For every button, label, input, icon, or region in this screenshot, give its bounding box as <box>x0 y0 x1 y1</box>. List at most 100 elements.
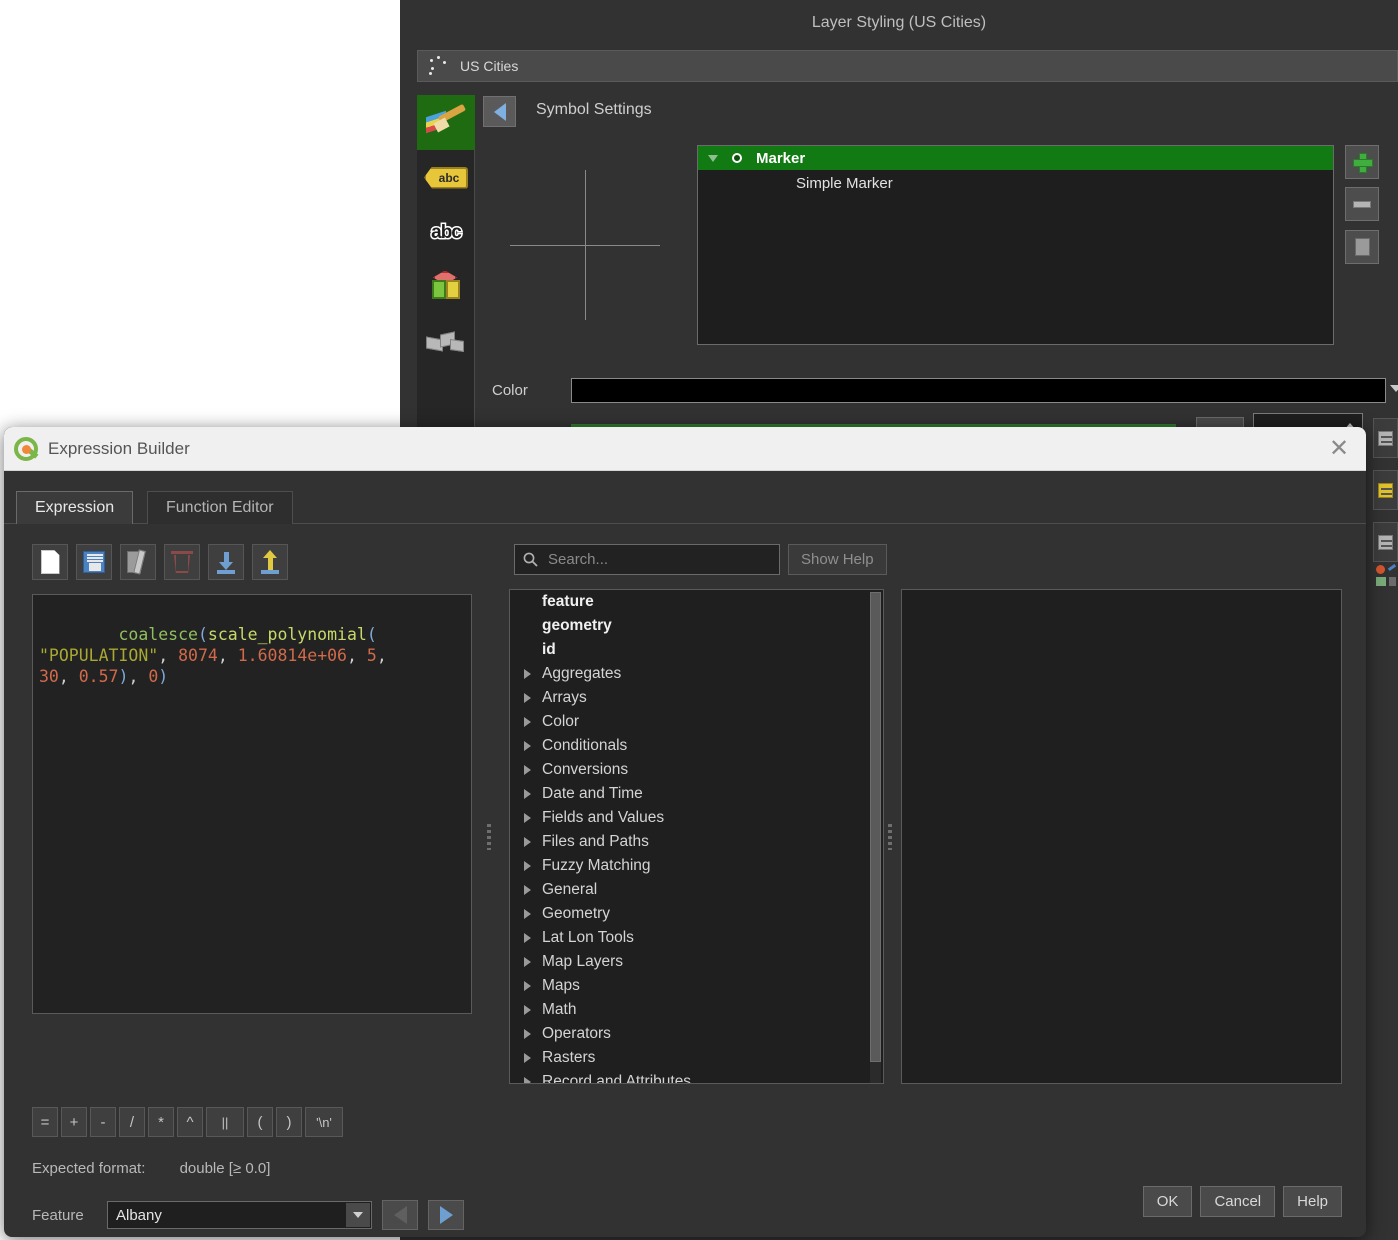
function-tree-item[interactable]: Conversions <box>510 758 883 782</box>
sidebar-item-3dview[interactable] <box>417 260 475 315</box>
operator-button[interactable]: - <box>90 1107 116 1137</box>
sidebar-item-symbology[interactable] <box>417 95 475 150</box>
chevron-right-icon[interactable] <box>524 789 531 799</box>
function-tree-item[interactable]: Conditionals <box>510 734 883 758</box>
function-tree-item[interactable]: Operators <box>510 1022 883 1046</box>
function-tree-item[interactable]: Files and Paths <box>510 830 883 854</box>
sidebar-item-masks[interactable]: abc <box>417 205 475 260</box>
plus-icon <box>1353 153 1373 173</box>
chevron-down-icon[interactable] <box>1390 385 1398 392</box>
function-tree-item[interactable]: General <box>510 878 883 902</box>
ok-button[interactable]: OK <box>1142 1186 1193 1217</box>
function-tree-item[interactable]: Date and Time <box>510 782 883 806</box>
function-tree-item[interactable]: Math <box>510 998 883 1022</box>
close-icon[interactable]: ✕ <box>1322 432 1356 466</box>
function-tree-item[interactable]: Fields and Values <box>510 806 883 830</box>
symbol-tree-child-row[interactable]: Simple Marker <box>698 170 1333 196</box>
remove-symbol-layer-button[interactable] <box>1345 187 1379 221</box>
symbol-tree-root-row[interactable]: Marker <box>698 146 1333 170</box>
new-file-button[interactable] <box>32 544 68 580</box>
operator-button[interactable]: ( <box>247 1107 273 1137</box>
map-canvas[interactable] <box>0 0 400 420</box>
splitter-right[interactable] <box>883 589 897 1084</box>
color-swatch-button[interactable] <box>571 378 1386 403</box>
expression-toolbar <box>32 544 288 580</box>
function-tree-item[interactable]: Lat Lon Tools <box>510 926 883 950</box>
chevron-right-icon[interactable] <box>524 669 531 679</box>
function-tree-item[interactable]: Arrays <box>510 686 883 710</box>
chevron-right-icon[interactable] <box>524 933 531 943</box>
function-tree-item[interactable]: geometry <box>510 614 883 638</box>
chevron-right-icon[interactable] <box>524 909 531 919</box>
operator-button[interactable]: ^ <box>177 1107 203 1137</box>
function-tree-item-label: feature <box>542 593 594 610</box>
duplicate-symbol-layer-button[interactable] <box>1345 230 1379 264</box>
search-box[interactable] <box>514 544 780 575</box>
chevron-right-icon[interactable] <box>524 717 531 727</box>
function-tree-scrollbar[interactable] <box>870 592 881 1083</box>
sidebar-item-history[interactable] <box>417 370 475 425</box>
chevron-right-icon[interactable] <box>524 813 531 823</box>
tab-function-editor[interactable]: Function Editor <box>147 491 293 524</box>
show-help-button[interactable]: Show Help <box>788 544 887 575</box>
chevron-right-icon[interactable] <box>524 957 531 967</box>
operator-button[interactable]: * <box>148 1107 174 1137</box>
history-brushes-icon <box>425 381 467 415</box>
tab-expression[interactable]: Expression <box>16 491 134 524</box>
import-button[interactable] <box>208 544 244 580</box>
operator-button[interactable]: || <box>206 1107 244 1137</box>
edit-button[interactable] <box>120 544 156 580</box>
chevron-right-icon[interactable] <box>524 1029 531 1039</box>
operator-button[interactable]: '\n' <box>305 1107 343 1137</box>
expression-token: , <box>217 646 238 665</box>
operator-button[interactable]: = <box>32 1107 58 1137</box>
operator-button[interactable]: + <box>61 1107 87 1137</box>
function-tree-item[interactable]: feature <box>510 590 883 614</box>
function-tree-item[interactable]: id <box>510 638 883 662</box>
chevron-right-icon[interactable] <box>524 981 531 991</box>
function-tree-item[interactable]: Fuzzy Matching <box>510 854 883 878</box>
chevron-right-icon[interactable] <box>524 1005 531 1015</box>
function-tree-item[interactable]: Map Layers <box>510 950 883 974</box>
chevron-right-icon[interactable] <box>524 837 531 847</box>
dock-tab-layers[interactable] <box>1373 418 1398 458</box>
symbol-layer-tree[interactable]: Marker Simple Marker <box>697 145 1334 345</box>
function-tree-item[interactable]: Maps <box>510 974 883 998</box>
chevron-right-icon[interactable] <box>524 885 531 895</box>
export-button[interactable] <box>252 544 288 580</box>
function-tree-item-label: geometry <box>542 617 612 634</box>
layer-selector-combo[interactable]: US Cities <box>417 50 1398 82</box>
dock-tab-styling[interactable] <box>1373 522 1398 562</box>
chevron-right-icon[interactable] <box>524 861 531 871</box>
splitter-left[interactable] <box>482 589 496 1084</box>
operator-button[interactable]: / <box>119 1107 145 1137</box>
sidebar-item-labels[interactable]: abc <box>417 150 475 205</box>
expression-text-editor[interactable]: coalesce(scale_polynomial( "POPULATION",… <box>32 594 472 1014</box>
operator-button[interactable]: ) <box>276 1107 302 1137</box>
sidebar-item-diagrams[interactable] <box>417 315 475 370</box>
search-input[interactable] <box>546 550 771 569</box>
function-tree-item[interactable]: Rasters <box>510 1046 883 1070</box>
function-tree[interactable]: feature geometry id Aggregates Arrays Color Co… <box>509 589 884 1084</box>
chevron-right-icon[interactable] <box>524 693 531 703</box>
expression-token: , <box>58 667 79 686</box>
help-button[interactable]: Help <box>1283 1186 1342 1217</box>
chevron-right-icon[interactable] <box>524 741 531 751</box>
edit-icon <box>127 549 149 575</box>
add-symbol-layer-button[interactable] <box>1345 145 1379 179</box>
chevron-right-icon[interactable] <box>524 765 531 775</box>
function-tree-item[interactable]: Aggregates <box>510 662 883 686</box>
dialog-titlebar[interactable]: Expression Builder ✕ <box>4 427 1366 471</box>
function-tree-item[interactable]: Color <box>510 710 883 734</box>
back-button[interactable] <box>483 96 516 127</box>
dock-tab-browser[interactable] <box>1373 470 1398 510</box>
chevron-right-icon[interactable] <box>524 1053 531 1063</box>
save-button[interactable] <box>76 544 112 580</box>
chevron-down-icon[interactable] <box>708 154 718 162</box>
cancel-button[interactable]: Cancel <box>1200 1186 1276 1217</box>
function-tree-item[interactable]: Record and Attributes <box>510 1070 883 1083</box>
function-tree-item[interactable]: Geometry <box>510 902 883 926</box>
delete-button[interactable] <box>164 544 200 580</box>
expression-token: 5 <box>366 646 377 665</box>
chevron-right-icon[interactable] <box>524 1077 531 1083</box>
